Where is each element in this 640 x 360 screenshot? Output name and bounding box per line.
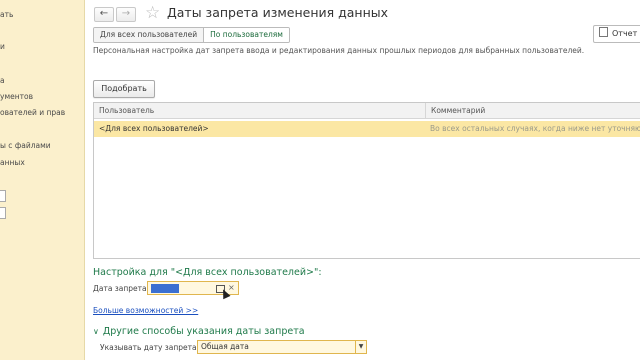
cell-comment: Во всех остальных случаях, когда ниже не… <box>430 124 640 133</box>
report-label: Отчет <box>612 29 638 38</box>
sections-item[interactable]: ументов <box>0 92 33 101</box>
tab-by-users[interactable]: По пользователям <box>203 28 289 42</box>
sections-item[interactable]: ователей и прав <box>0 108 65 117</box>
cell-user: <Для всех пользователей> <box>99 124 209 133</box>
specify-date-label: Указывать дату запрета: <box>100 343 200 352</box>
dropdown-arrow-icon[interactable]: ▼ <box>355 341 366 353</box>
chevron-down-icon: ∨ <box>93 327 99 336</box>
users-table: Пользователь Комментарий <Для всех польз… <box>93 102 640 259</box>
forward-button[interactable]: → <box>116 7 136 22</box>
sections-item[interactable]: анных <box>0 158 25 167</box>
expand-toggle[interactable] <box>0 190 6 202</box>
column-header-user[interactable]: Пользователь <box>94 103 426 119</box>
arrow-right-icon: → <box>121 8 131 19</box>
other-methods-header[interactable]: ∨ Другие способы указания даты запрета <box>93 326 305 337</box>
page-title: Даты запрета изменения данных <box>167 5 389 20</box>
sections-item[interactable]: ы с файлами <box>0 141 51 150</box>
back-button[interactable]: ← <box>94 7 114 22</box>
report-button[interactable]: Отчет <box>593 25 640 43</box>
pick-button[interactable]: Подобрать <box>93 80 155 98</box>
sections-item[interactable]: и <box>0 42 5 51</box>
expand-toggle[interactable] <box>0 207 6 219</box>
column-header-comment[interactable]: Комментарий <box>426 103 640 119</box>
sections-item[interactable]: а <box>0 76 5 85</box>
settings-header: Настройка для "<Для всех пользователей>"… <box>93 267 322 278</box>
other-methods-title: Другие способы указания даты запрета <box>102 326 305 337</box>
arrow-left-icon: ← <box>99 8 109 19</box>
specify-date-value: Общая дата <box>201 342 249 351</box>
tab-all-users[interactable]: Для всех пользователей <box>94 28 204 42</box>
mode-switch: Для всех пользователей По пользователям <box>93 27 290 43</box>
specify-date-select[interactable]: Общая дата ▼ <box>197 340 367 354</box>
favorite-star-icon[interactable]: ☆ <box>145 3 160 23</box>
main-form: ← → ☆ Даты запрета изменения данных Отче… <box>85 0 640 360</box>
sections-item[interactable]: ать <box>0 10 13 19</box>
document-icon <box>599 27 608 37</box>
more-options-link[interactable]: Больше возможностей >> <box>93 306 198 315</box>
date-selection <box>151 284 179 293</box>
sections-panel: ать и а ументов ователей и прав ы с файл… <box>0 0 85 360</box>
table-row[interactable]: <Для всех пользователей> Во всех остальн… <box>94 121 640 137</box>
form-description: Персональная настройка дат запрета ввода… <box>93 46 585 55</box>
date-label: Дата запрета: <box>93 284 150 293</box>
